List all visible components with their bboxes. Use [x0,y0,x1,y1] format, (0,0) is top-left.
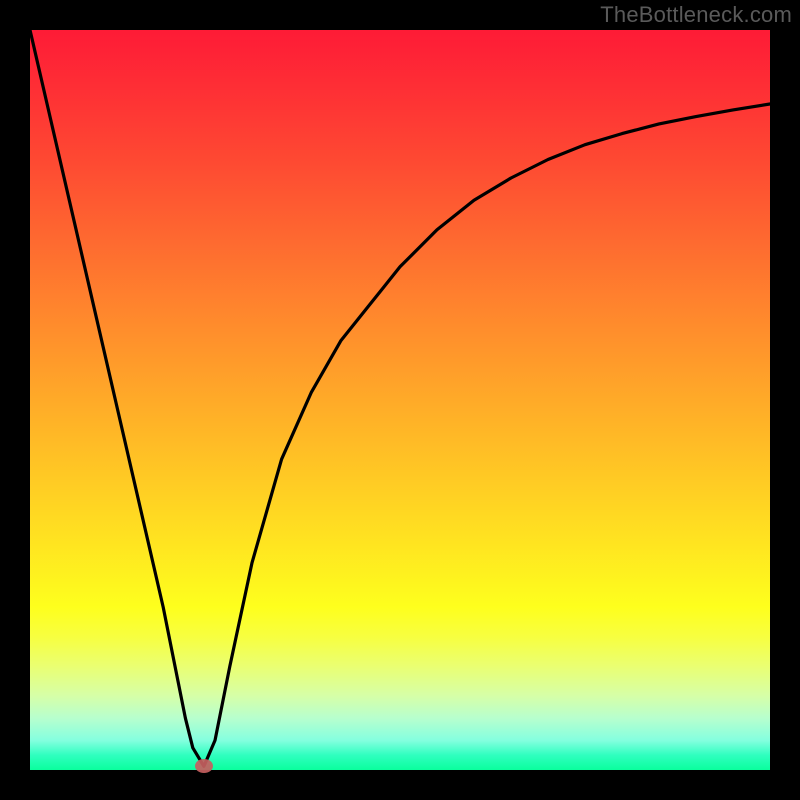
minimum-marker [195,759,213,773]
curve-svg [30,30,770,770]
data-curve [30,30,770,766]
attribution-label: TheBottleneck.com [600,2,792,28]
plot-area [30,30,770,770]
chart-container: TheBottleneck.com [0,0,800,800]
